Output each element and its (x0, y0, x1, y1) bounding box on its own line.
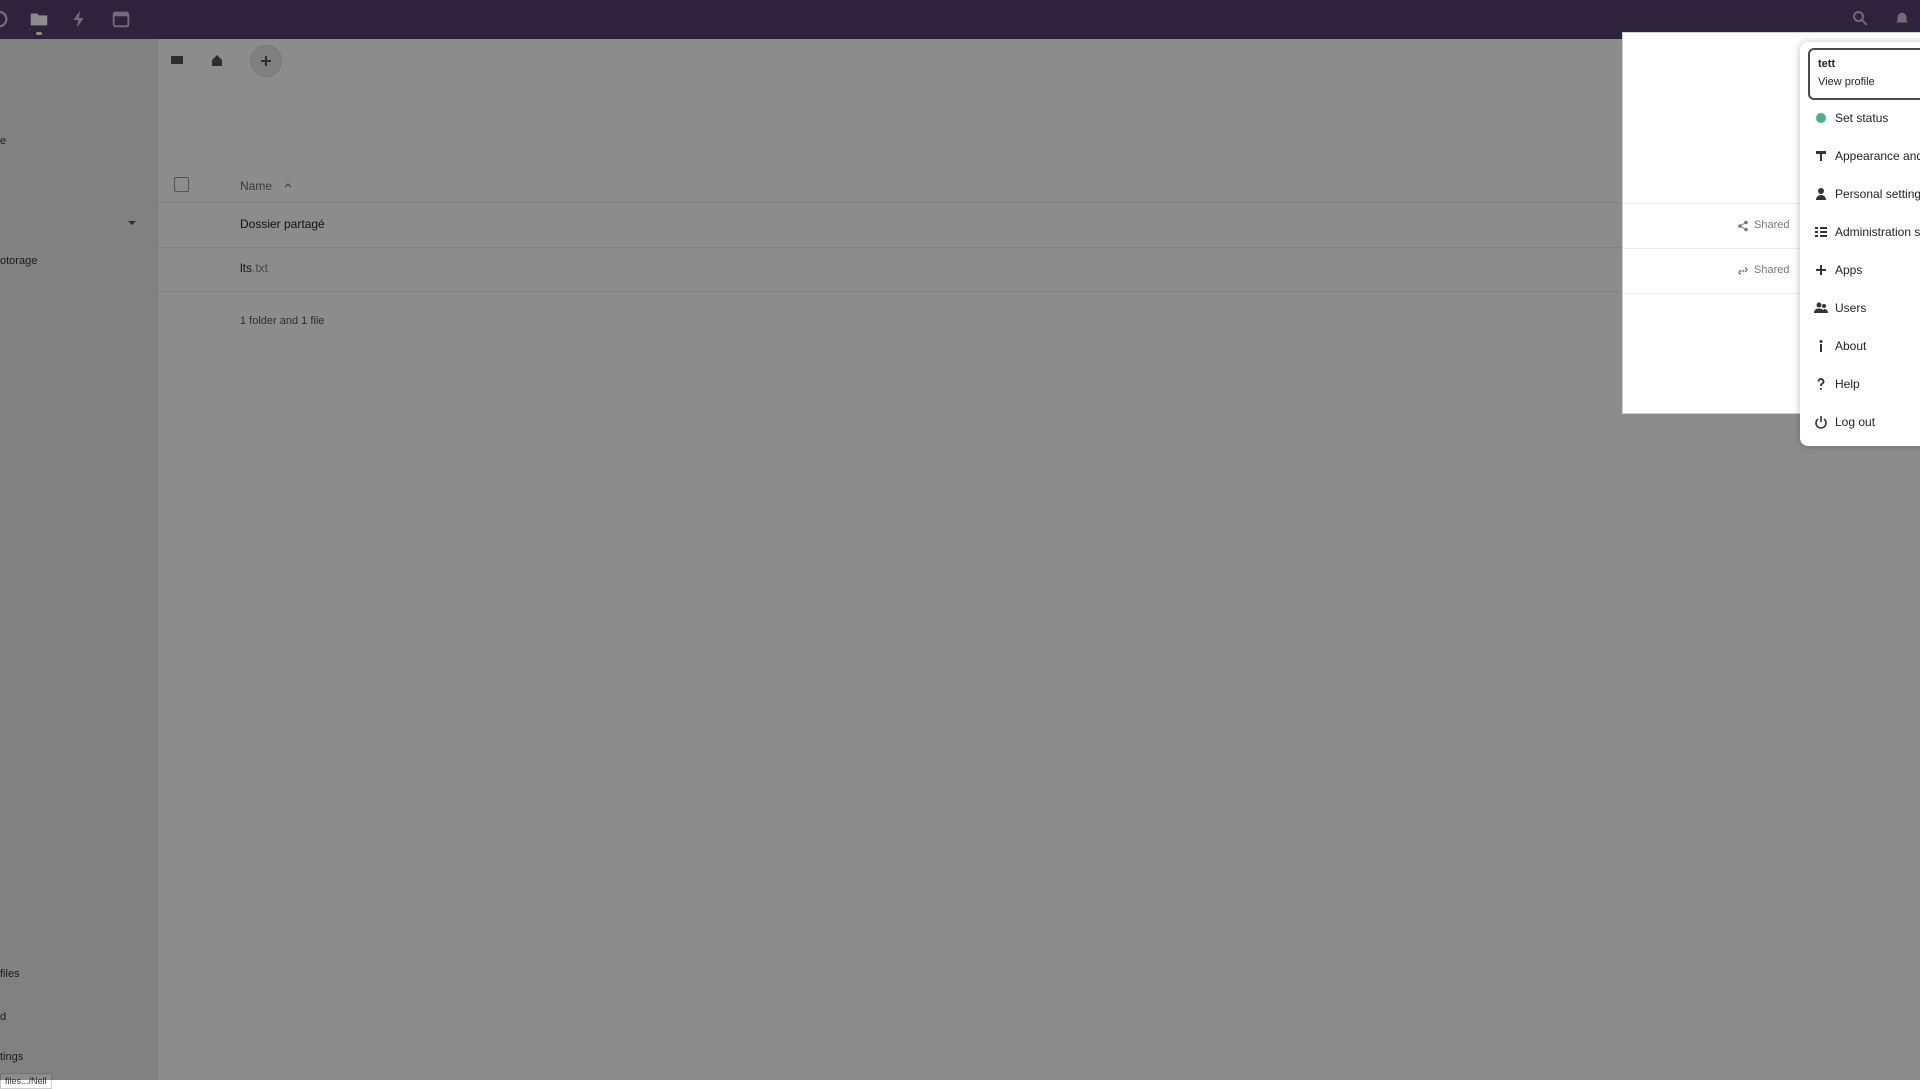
share-icon (1738, 220, 1748, 232)
view-profile-link[interactable]: View profile (1818, 76, 1875, 88)
admin-list-icon (1815, 227, 1827, 237)
users-icon (1814, 302, 1828, 313)
person-icon (1816, 188, 1826, 200)
menu-item-label: Help (1835, 377, 1860, 391)
shared-label[interactable]: Shared (1754, 219, 1789, 231)
menu-item-administration[interactable]: Administration settings (1800, 214, 1920, 250)
menu-item-label: Users (1835, 301, 1867, 315)
plus-icon (1816, 265, 1826, 275)
menu-item-label: Personal settings (1835, 187, 1920, 201)
user-display-name: tett (1818, 58, 1836, 70)
menu-item-label: Appearance and accessibility (1835, 149, 1920, 163)
status-online-dot (1816, 113, 1826, 123)
menu-item-help[interactable]: Help (1800, 366, 1920, 402)
menu-item-apps[interactable]: Apps (1800, 252, 1920, 288)
menu-item-label: Administration settings (1835, 225, 1920, 239)
menu-item-label: About (1835, 339, 1867, 353)
menu-item-label: Apps (1835, 263, 1863, 277)
power-icon (1815, 416, 1827, 429)
menu-item-log-out[interactable]: Log out (1800, 404, 1920, 440)
menu-item-personal-settings[interactable]: Personal settings (1800, 176, 1920, 212)
help-icon (1817, 378, 1825, 390)
menu-item-about[interactable]: About (1800, 328, 1920, 364)
profile-link-box[interactable]: tett View profile (1808, 48, 1920, 100)
user-menu-dropdown: tett View profile Set status Appearance … (1800, 42, 1920, 446)
menu-item-set-status[interactable]: Set status (1800, 100, 1920, 136)
menu-item-label: Log out (1835, 415, 1876, 429)
menu-item-label: Set status (1835, 111, 1889, 125)
link-icon (1738, 267, 1748, 275)
info-icon (1819, 340, 1823, 352)
shared-label[interactable]: Shared (1754, 264, 1789, 276)
paint-brush-icon (1816, 151, 1826, 161)
menu-item-users[interactable]: Users (1800, 290, 1920, 326)
menu-item-appearance[interactable]: Appearance and accessibility (1800, 138, 1920, 174)
